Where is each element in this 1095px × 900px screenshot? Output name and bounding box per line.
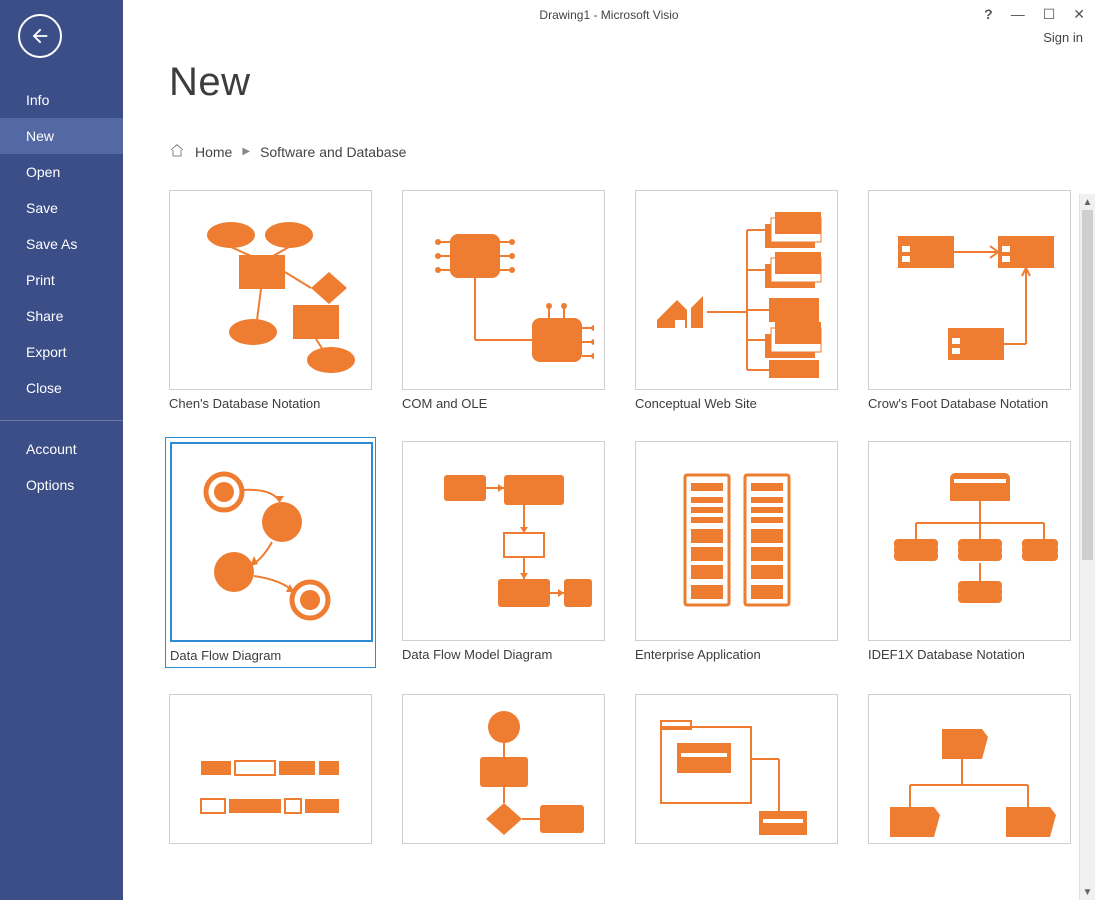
thumbnail-icon <box>181 200 361 380</box>
sidebar-item-save[interactable]: Save <box>0 190 123 226</box>
minimize-button[interactable]: — <box>1011 6 1025 22</box>
thumbnail-icon <box>880 699 1060 839</box>
sidebar-item-new[interactable]: New <box>0 118 123 154</box>
sidebar-items: Info New Open Save Save As Print Share E… <box>0 82 123 503</box>
main-pane: Drawing1 - Microsoft Visio ? — ☐ ✕ Sign … <box>123 0 1095 900</box>
thumbnail-icon <box>414 451 594 631</box>
template-grid: Chen's Database Notation <box>169 190 1074 844</box>
sidebar-item-print[interactable]: Print <box>0 262 123 298</box>
breadcrumb-home[interactable]: Home <box>195 144 232 160</box>
template-thumbnail <box>170 442 373 642</box>
thumbnail-icon <box>647 451 827 631</box>
sidebar-item-close[interactable]: Close <box>0 370 123 406</box>
thumbnail-icon <box>414 200 594 380</box>
sidebar-item-open[interactable]: Open <box>0 154 123 190</box>
breadcrumb: Home ▶ Software and Database <box>169 143 1095 160</box>
scroll-down-icon[interactable]: ▼ <box>1080 884 1095 900</box>
template-thumbnail <box>402 190 605 390</box>
template-label: Data Flow Model Diagram <box>402 647 605 662</box>
template-thumbnail <box>635 694 838 844</box>
sidebar-item-export[interactable]: Export <box>0 334 123 370</box>
template-idef1x-database-notation[interactable]: IDEF1X Database Notation <box>868 441 1071 664</box>
template-label: Crow's Foot Database Notation <box>868 396 1071 411</box>
template-row3-b[interactable] <box>402 694 605 844</box>
sidebar-item-save-as[interactable]: Save As <box>0 226 123 262</box>
back-button[interactable] <box>18 14 62 58</box>
template-conceptual-web-site[interactable]: Conceptual Web Site <box>635 190 838 411</box>
backstage-sidebar: Info New Open Save Save As Print Share E… <box>0 0 123 900</box>
scroll-up-icon[interactable]: ▲ <box>1080 194 1095 210</box>
template-com-and-ole[interactable]: COM and OLE <box>402 190 605 411</box>
sidebar-item-options[interactable]: Options <box>0 467 123 503</box>
thumbnail-icon <box>181 699 361 839</box>
sidebar-item-share[interactable]: Share <box>0 298 123 334</box>
template-label: COM and OLE <box>402 396 605 411</box>
breadcrumb-separator-icon: ▶ <box>242 146 250 157</box>
help-icon[interactable]: ? <box>984 6 993 22</box>
window-title: Drawing1 - Microsoft Visio <box>539 8 678 22</box>
template-chens-database-notation[interactable]: Chen's Database Notation <box>169 190 372 411</box>
home-icon[interactable] <box>169 143 185 160</box>
template-thumbnail <box>635 190 838 390</box>
template-row3-c[interactable] <box>635 694 838 844</box>
thumbnail-icon <box>647 699 827 839</box>
template-thumbnail <box>402 441 605 641</box>
thumbnail-icon <box>880 200 1060 380</box>
breadcrumb-current[interactable]: Software and Database <box>260 144 406 160</box>
template-thumbnail <box>635 441 838 641</box>
titlebar: Drawing1 - Microsoft Visio ? — ☐ ✕ <box>123 0 1095 30</box>
thumbnail-icon <box>182 452 362 632</box>
thumbnail-icon <box>414 699 594 839</box>
template-label: Conceptual Web Site <box>635 396 838 411</box>
thumbnail-icon <box>647 200 827 380</box>
template-label: IDEF1X Database Notation <box>868 647 1071 662</box>
template-label: Chen's Database Notation <box>169 396 372 411</box>
back-arrow-icon <box>29 25 51 47</box>
template-thumbnail <box>169 190 372 390</box>
content-area: New Home ▶ Software and Database <box>123 30 1095 900</box>
close-button[interactable]: ✕ <box>1073 6 1085 22</box>
sidebar-item-info[interactable]: Info <box>0 82 123 118</box>
scroll-thumb[interactable] <box>1082 210 1093 560</box>
template-data-flow-diagram[interactable]: Data Flow Diagram <box>165 437 376 668</box>
template-enterprise-application[interactable]: Enterprise Application <box>635 441 838 664</box>
template-label: Data Flow Diagram <box>170 648 371 663</box>
maximize-button[interactable]: ☐ <box>1043 6 1056 22</box>
template-label: Enterprise Application <box>635 647 838 662</box>
template-crows-foot-database-notation[interactable]: Crow's Foot Database Notation <box>868 190 1071 411</box>
template-row3-d[interactable] <box>868 694 1071 844</box>
template-row3-a[interactable] <box>169 694 372 844</box>
sidebar-divider <box>0 420 123 421</box>
sidebar-item-account[interactable]: Account <box>0 431 123 467</box>
template-thumbnail <box>868 694 1071 844</box>
window-controls: ? — ☐ ✕ <box>984 6 1085 22</box>
template-thumbnail <box>868 441 1071 641</box>
thumbnail-icon <box>880 451 1060 631</box>
app-root: Info New Open Save Save As Print Share E… <box>0 0 1095 900</box>
template-thumbnail <box>402 694 605 844</box>
template-thumbnail <box>169 694 372 844</box>
template-thumbnail <box>868 190 1071 390</box>
vertical-scrollbar[interactable]: ▲ ▼ <box>1079 194 1095 900</box>
page-heading: New <box>169 60 1095 105</box>
template-data-flow-model-diagram[interactable]: Data Flow Model Diagram <box>402 441 605 664</box>
